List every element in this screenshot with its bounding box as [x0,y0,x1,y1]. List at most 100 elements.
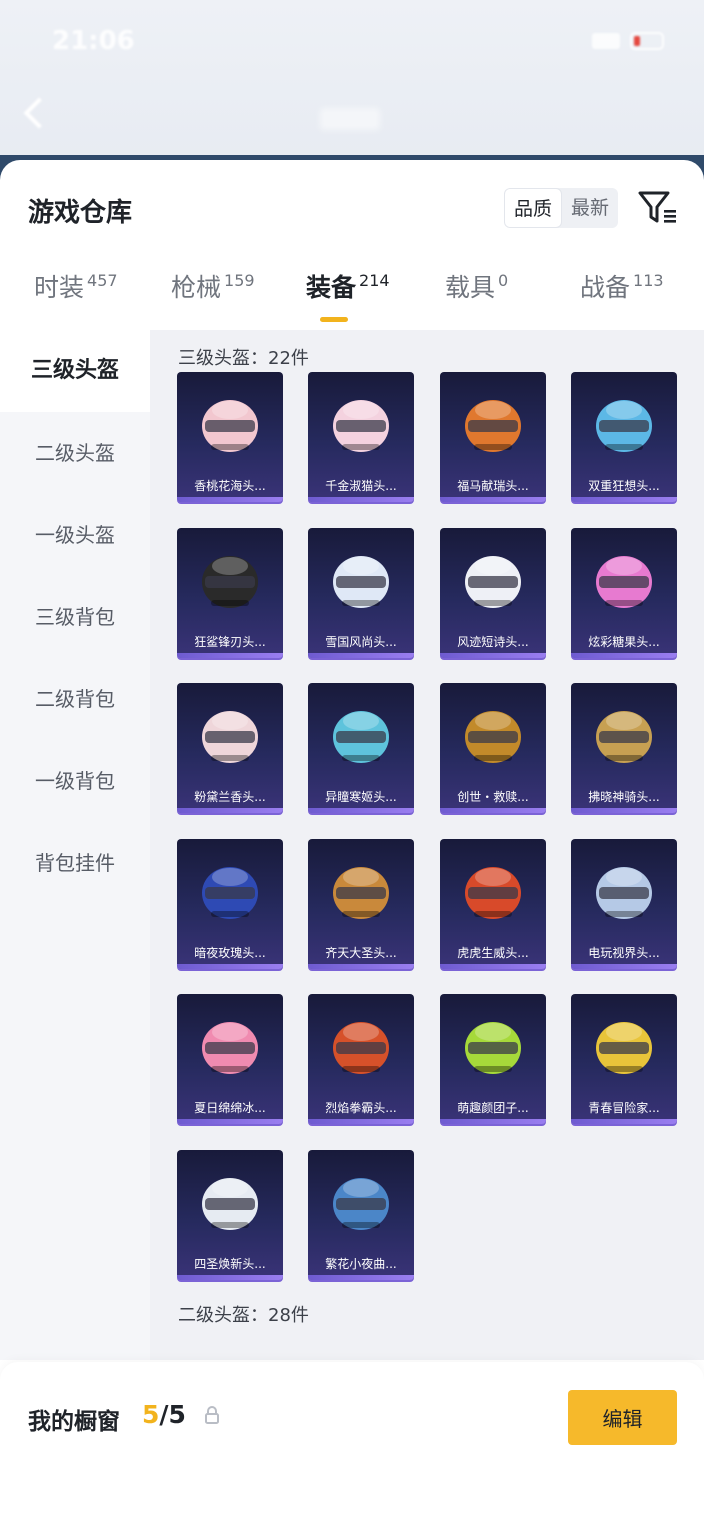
showcase-title: 我的橱窗 [28,1409,120,1435]
item-card[interactable]: 福马献瑞头... [440,372,546,502]
helmet-icon [596,711,652,763]
filter-icon[interactable] [638,190,678,226]
tab-label: 载具 [445,273,496,302]
item-card[interactable]: 繁花小夜曲... [308,1149,414,1280]
item-card[interactable]: 烈焰拳霸头... [308,994,414,1124]
item-name: 拂晓神骑头... [588,790,660,804]
helmet-icon [333,555,389,608]
tab-label: 时装 [34,273,85,302]
sidebar-item-level2-helmet[interactable]: 二级头盔 [0,412,150,494]
item-grid-area[interactable]: 三级头盔：22件 二级头盔：28件 香桃花海头... 千金淑猫头... 福马献瑞头.… [150,330,704,1360]
status-time: 21:06 [52,26,135,56]
item-name: 异瞳寒姬头... [325,790,397,804]
tab-supplies[interactable]: 战备 113 [580,268,664,330]
helmet-icon [596,866,652,919]
item-card[interactable]: 夏日绵绵冰... [177,994,283,1124]
helmet-icon [465,1022,521,1074]
item-card[interactable]: 四圣焕新头... [177,1149,283,1280]
helmet-icon [333,1022,389,1074]
helmet-icon [596,400,652,452]
tab-label: 枪械 [171,273,222,302]
item-card[interactable]: 狂鲨锋刃头... [177,527,283,658]
item-card[interactable]: 萌趣颜团子... [440,994,546,1124]
tab-count: 457 [87,271,118,290]
helmet-icon [596,555,652,608]
item-name: 粉黛兰香头... [194,790,266,804]
item-name: 创世・救赎... [457,790,529,804]
tab-label: 战备 [580,273,631,302]
sort-newest-button[interactable]: 最新 [562,188,618,228]
tab-fashion[interactable]: 时装 457 [34,268,118,330]
item-name: 风迹短诗头... [457,634,529,649]
item-name: 夏日绵绵冰... [194,1101,266,1115]
item-card[interactable]: 电玩视界头... [571,838,677,969]
background-header: 21:06 [0,0,704,170]
tab-equipment[interactable]: 装备 214 [306,268,390,330]
item-name: 虎虎生威头... [457,945,529,960]
signal-icon [592,33,620,49]
helmet-icon [333,866,389,919]
sidebar-item-level2-backpack[interactable]: 二级背包 [0,658,150,740]
helmet-icon [465,866,521,919]
item-card[interactable]: 创世・救赎... [440,683,546,813]
item-card[interactable]: 炫彩糖果头... [571,527,677,658]
item-card[interactable]: 虎虎生威头... [440,838,546,969]
sort-quality-button[interactable]: 品质 [504,188,563,228]
item-card[interactable]: 千金淑猫头... [308,372,414,502]
helmet-icon [465,400,521,452]
back-icon [23,97,55,129]
item-card[interactable]: 齐天大圣头... [308,838,414,969]
subcategory-sidebar: 三级头盔 二级头盔 一级头盔 三级背包 二级背包 一级背包 背包挂件 [0,330,150,1360]
helmet-icon [202,1022,258,1074]
tab-vehicles[interactable]: 载具 0 [445,268,508,330]
tab-count: 214 [359,271,390,290]
item-card[interactable]: 双重狂想头... [571,372,677,502]
tab-count: 159 [224,271,255,290]
sidebar-item-level3-helmet[interactable]: 三级头盔 [0,330,150,412]
edit-button[interactable]: 编辑 [568,1390,677,1445]
item-name: 电玩视界头... [588,945,660,960]
background-title [320,108,380,130]
item-name: 烈焰拳霸头... [325,1101,397,1115]
showcase-current: 5 [142,1400,160,1429]
helmet-icon [202,555,258,608]
item-card[interactable]: 香桃花海头... [177,372,283,502]
sidebar-item-level1-backpack[interactable]: 一级背包 [0,740,150,822]
helmet-icon [202,866,258,919]
sidebar-item-level3-backpack[interactable]: 三级背包 [0,576,150,658]
item-name: 齐天大圣头... [325,945,397,960]
item-card[interactable]: 暗夜玫瑰头... [177,838,283,969]
section-title: 二级头盔：28件 [178,1305,309,1326]
sidebar-item-backpack-charm[interactable]: 背包挂件 [0,822,150,904]
tab-firearms[interactable]: 枪械 159 [171,268,255,330]
showcase-count: 5/5 [142,1400,186,1429]
item-name: 雪国风尚头... [325,634,397,649]
helmet-icon [465,711,521,763]
item-name: 香桃花海头... [194,479,266,493]
section-title: 三级头盔：22件 [178,348,309,369]
showcase-bar: 我的橱窗 5/5 编辑 [0,1362,704,1523]
item-name: 福马献瑞头... [457,479,529,493]
sheet-title: 游戏仓库 [28,198,133,228]
item-name: 炫彩糖果头... [588,634,660,649]
item-card[interactable]: 青春冒险家... [571,994,677,1124]
warehouse-sheet: 游戏仓库 品质 最新 时装 457 枪械 159 装备 214 载具 0 战备 113 三… [0,160,704,1523]
item-card[interactable]: 风迹短诗头... [440,527,546,658]
item-card[interactable]: 粉黛兰香头... [177,683,283,813]
helmet-icon [333,1177,389,1230]
item-name: 四圣焕新头... [194,1256,266,1271]
sidebar-item-level1-helmet[interactable]: 一级头盔 [0,494,150,576]
item-name: 青春冒险家... [588,1101,660,1115]
item-card[interactable]: 异瞳寒姬头... [308,683,414,813]
category-tabs: 时装 457 枪械 159 装备 214 载具 0 战备 113 [0,268,704,330]
tab-label: 装备 [306,273,357,302]
helmet-icon [202,400,258,452]
tab-count: 113 [633,271,664,290]
item-name: 暗夜玫瑰头... [194,945,266,960]
active-tab-indicator [320,317,348,322]
item-card[interactable]: 雪国风尚头... [308,527,414,658]
helmet-icon [202,711,258,763]
battery-icon [630,32,664,50]
item-name: 萌趣颜团子... [457,1101,529,1115]
item-card[interactable]: 拂晓神骑头... [571,683,677,813]
